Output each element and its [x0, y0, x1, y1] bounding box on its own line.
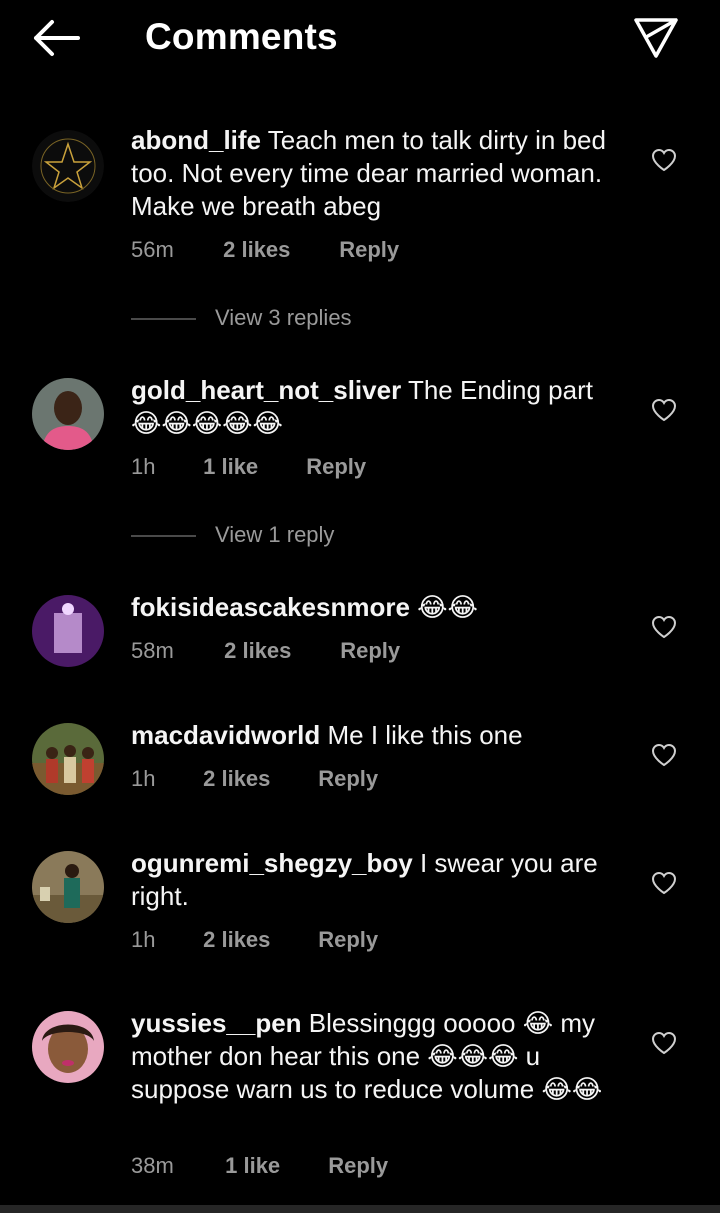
- header-bar: Comments: [0, 0, 720, 78]
- comment-username[interactable]: fokisideascakesnmore: [131, 592, 410, 622]
- comment-text: ogunremi_shegzy_boy I swear you are righ…: [131, 847, 621, 913]
- heart-icon[interactable]: [651, 743, 677, 767]
- comment-time: 1h: [131, 927, 156, 952]
- avatar[interactable]: [32, 130, 104, 202]
- page-title: Comments: [145, 16, 338, 57]
- view-replies-button[interactable]: View 1 reply: [131, 522, 334, 548]
- likes-count[interactable]: 1 like: [203, 454, 300, 480]
- likes-count[interactable]: 2 likes: [203, 927, 312, 953]
- avatar[interactable]: [32, 851, 104, 923]
- heart-icon[interactable]: [651, 871, 677, 895]
- reply-button[interactable]: Reply: [318, 927, 378, 953]
- likes-count[interactable]: 2 likes: [223, 237, 333, 263]
- comment-time: 58m: [131, 638, 174, 663]
- reply-button[interactable]: Reply: [328, 1153, 388, 1179]
- comment-text: macdavidworld Me I like this one: [131, 719, 621, 752]
- avatar[interactable]: [32, 1011, 104, 1083]
- likes-count[interactable]: 2 likes: [203, 766, 312, 792]
- replies-divider: [131, 535, 196, 538]
- avatar[interactable]: [32, 723, 104, 795]
- comment-meta: 58m 2 likes Reply: [131, 638, 400, 664]
- arrow-left-icon[interactable]: [30, 18, 82, 58]
- comment-time: 1h: [131, 454, 156, 479]
- comment-text: abond_life Teach men to talk dirty in be…: [131, 124, 621, 223]
- reply-button[interactable]: Reply: [306, 454, 366, 480]
- reply-button[interactable]: Reply: [318, 766, 378, 792]
- view-replies-label: View 1 reply: [215, 522, 335, 547]
- comment-username[interactable]: macdavidworld: [131, 720, 320, 750]
- reply-button[interactable]: Reply: [340, 638, 400, 664]
- view-replies-label: View 3 replies: [215, 305, 352, 330]
- comment-time: 1h: [131, 766, 156, 791]
- comment-content: 😂😂: [417, 592, 478, 622]
- comment-content: Me I like this one: [327, 720, 523, 750]
- comment-text: gold_heart_not_sliver The Ending part 😂😂…: [131, 374, 621, 440]
- comment-username[interactable]: yussies__pen: [131, 1008, 302, 1038]
- heart-icon[interactable]: [651, 398, 677, 422]
- heart-icon[interactable]: [651, 1031, 677, 1055]
- avatar[interactable]: [32, 378, 104, 450]
- likes-count[interactable]: 2 likes: [224, 638, 334, 664]
- comment-username[interactable]: abond_life: [131, 125, 261, 155]
- view-replies-button[interactable]: View 3 replies: [131, 305, 352, 331]
- avatar[interactable]: [32, 595, 104, 667]
- comment-text: fokisideascakesnmore 😂😂: [131, 591, 621, 624]
- comment-time: 38m: [131, 1153, 174, 1178]
- comment-time: 56m: [131, 237, 174, 262]
- heart-icon[interactable]: [651, 615, 677, 639]
- comment-username[interactable]: ogunremi_shegzy_boy: [131, 848, 413, 878]
- comment-meta: 38m 1 like Reply: [131, 1153, 388, 1179]
- comment-text: yussies__pen Blessinggg ooooo 😂 my mothe…: [131, 1007, 621, 1106]
- comment-meta: 56m 2 likes Reply: [131, 237, 399, 263]
- comment-username[interactable]: gold_heart_not_sliver: [131, 375, 401, 405]
- paper-plane-icon[interactable]: [632, 16, 680, 60]
- reply-button[interactable]: Reply: [339, 237, 399, 263]
- comment-meta: 1h 1 like Reply: [131, 454, 366, 480]
- comment-meta: 1h 2 likes Reply: [131, 766, 378, 792]
- heart-icon[interactable]: [651, 148, 677, 172]
- comment-meta: 1h 2 likes Reply: [131, 927, 378, 953]
- bottom-divider: [0, 1205, 720, 1213]
- likes-count[interactable]: 1 like: [225, 1153, 322, 1179]
- replies-divider: [131, 318, 196, 321]
